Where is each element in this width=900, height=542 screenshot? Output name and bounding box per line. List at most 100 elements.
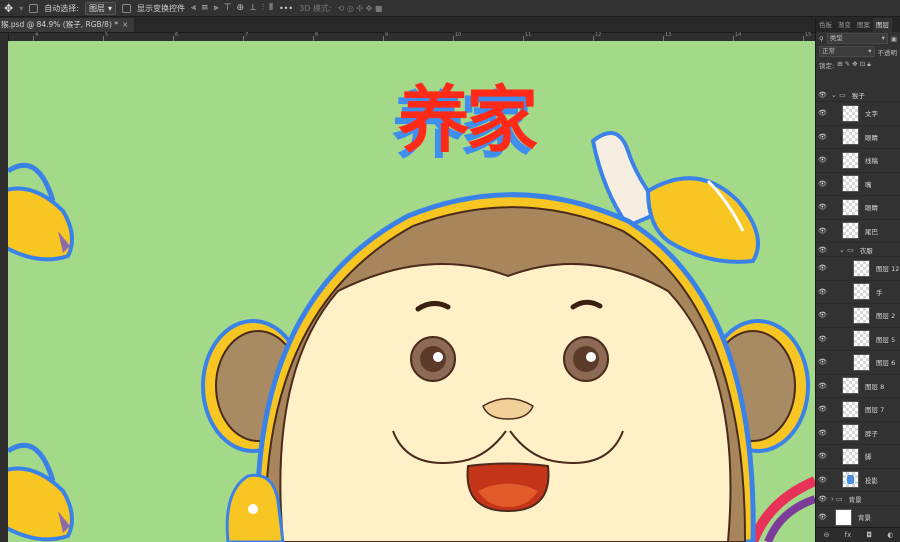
- show-transform-label: 显示变换控件: [136, 3, 185, 13]
- visibility-eye-icon[interactable]: 👁︎: [818, 476, 827, 484]
- layers-panel: 色板 渐变 图案 图层 ⚲ 类型 ▾ ▣ 正常 ▾ 不透明 锁定: ⊞ ✎ ✥ ⊡ 🔒…: [815, 18, 900, 542]
- title-text: 养家: [398, 77, 538, 162]
- align-bottom-icon[interactable]: ⊥: [249, 3, 257, 13]
- layer-row[interactable]: 👁︎ 图层 12: [816, 257, 900, 281]
- visibility-eye-icon[interactable]: 👁︎: [818, 227, 827, 235]
- visibility-eye-icon[interactable]: 👁︎: [818, 311, 827, 319]
- canvas[interactable]: 养家: [8, 41, 815, 542]
- panel-tab[interactable]: 图层: [873, 18, 892, 32]
- layer-thumbnail: [842, 400, 859, 418]
- panel-tab[interactable]: 渐变: [835, 18, 854, 32]
- blend-row: 正常 ▾ 不透明: [816, 45, 900, 58]
- layer-thumbnail: [853, 306, 870, 324]
- auto-select-checkbox[interactable]: [29, 3, 39, 13]
- ruler-number: 12: [595, 32, 602, 38]
- visibility-eye-icon[interactable]: 👁︎: [818, 513, 827, 521]
- blend-mode-dropdown[interactable]: 正常 ▾: [819, 46, 875, 57]
- folder-icon[interactable]: ⌄ ▭: [831, 91, 846, 99]
- rotate-3d-icon[interactable]: ⟲ ◎ ✣ ✥ ■: [338, 4, 383, 13]
- layer-thumbnail: [842, 222, 859, 240]
- auto-select-dropdown[interactable]: 图层 ▾: [84, 1, 116, 15]
- chevron-down-icon[interactable]: ▾: [19, 4, 23, 13]
- layer-row[interactable]: 👁︎ 投影: [816, 469, 900, 492]
- layer-name: 文字: [865, 110, 878, 119]
- move-tool-icon[interactable]: ✥: [4, 2, 13, 15]
- visibility-eye-icon[interactable]: 👁︎: [818, 203, 827, 211]
- align-center-icon[interactable]: ≡: [201, 3, 209, 13]
- options-bar: ✥ ▾ 自动选择: 图层 ▾ 显示变换控件 ⫷ ≡ ⫸ ⊤ ⊕ ⊥ ⫶ ⫴ ••…: [0, 0, 900, 17]
- visibility-eye-icon[interactable]: 👁︎: [818, 180, 827, 188]
- ruler-number: 9: [385, 32, 389, 38]
- layer-name: 图层 5: [876, 335, 896, 344]
- layer-row[interactable]: 👁︎ 背景: [816, 506, 900, 530]
- layer-thumbnail: [842, 175, 859, 193]
- layer-row[interactable]: 👁︎ 文字: [816, 102, 900, 126]
- visibility-eye-icon[interactable]: 👁︎: [818, 91, 827, 99]
- folder-icon[interactable]: ⌄ ▭: [839, 246, 854, 254]
- visibility-eye-icon[interactable]: 👁︎: [818, 156, 827, 164]
- visibility-eye-icon[interactable]: 👁︎: [818, 288, 827, 296]
- folder-icon[interactable]: › ▭: [831, 495, 843, 503]
- layer-row[interactable]: 👁︎ 图层 6: [816, 351, 900, 375]
- visibility-eye-icon[interactable]: 👁︎: [818, 358, 827, 366]
- visibility-eye-icon[interactable]: 👁︎: [818, 495, 827, 503]
- visibility-eye-icon[interactable]: 👁︎: [818, 133, 827, 141]
- layer-row[interactable]: 👁︎ 图层 5: [816, 328, 900, 351]
- layer-row[interactable]: 👁︎ 图层 8: [816, 375, 900, 398]
- visibility-eye-icon[interactable]: 👁︎: [818, 429, 827, 437]
- layer-group-row[interactable]: 👁︎ › ▭ 背景: [816, 492, 900, 506]
- layer-thumbnail: [853, 330, 870, 348]
- auto-select-value: 图层: [88, 3, 105, 13]
- visibility-eye-icon[interactable]: 👁︎: [818, 335, 827, 343]
- document-tab-bar: 猴.psd @ 84.9% (猴子, RGB/8) * ×: [0, 18, 815, 33]
- adjustment-icon[interactable]: ◐: [887, 531, 893, 539]
- fx-icon[interactable]: fx: [845, 531, 852, 539]
- layer-row[interactable]: 👁︎ 图层 7: [816, 398, 900, 422]
- visibility-eye-icon[interactable]: 👁︎: [818, 405, 827, 413]
- layer-thumbnail: [842, 128, 859, 146]
- layer-row[interactable]: 👁︎ 嘴: [816, 173, 900, 196]
- ruler-number: 10: [455, 32, 462, 38]
- panel-tab[interactable]: 图案: [854, 18, 873, 32]
- visibility-eye-icon[interactable]: 👁︎: [818, 246, 827, 254]
- align-middle-icon[interactable]: ⊕: [237, 3, 245, 13]
- document-tab[interactable]: 猴.psd @ 84.9% (猴子, RGB/8) * ×: [0, 18, 135, 32]
- distribute-vertical-icon[interactable]: ⫴: [269, 3, 273, 13]
- layer-thumbnail: [853, 353, 870, 371]
- layer-group-row[interactable]: 👁︎ ⌄ ▭ 猴子: [816, 88, 900, 102]
- layer-row[interactable]: 👁︎ 图层 2: [816, 304, 900, 328]
- layer-row[interactable]: 👁︎ 脖子: [816, 422, 900, 445]
- panel-tab[interactable]: 色板: [816, 18, 835, 32]
- distribute-icon[interactable]: ⫶: [262, 3, 264, 13]
- layer-group-row[interactable]: 👁︎ ⌄ ▭ 衣服: [816, 243, 900, 257]
- align-right-icon[interactable]: ⫸: [214, 3, 219, 13]
- layer-row[interactable]: 👁︎ 线稿: [816, 149, 900, 173]
- layer-row[interactable]: 👁︎ 眼睛: [816, 126, 900, 149]
- layer-row[interactable]: 👁︎ 手: [816, 281, 900, 304]
- align-buttons: ⫷ ≡ ⫸ ⊤ ⊕ ⊥ ⫶ ⫴: [191, 3, 273, 13]
- show-transform-checkbox[interactable]: [121, 3, 131, 13]
- more-options-button[interactable]: •••: [279, 4, 293, 13]
- search-icon: ⚲: [819, 34, 824, 43]
- filter-image-icon[interactable]: ▣: [891, 35, 897, 43]
- mask-icon[interactable]: ◘: [866, 531, 872, 539]
- close-icon[interactable]: ×: [122, 18, 128, 32]
- ruler-number: 7: [245, 32, 249, 38]
- ruler-number: 6: [175, 32, 179, 38]
- visibility-eye-icon[interactable]: 👁︎: [818, 264, 827, 272]
- panel-tabs: 色板 渐变 图案 图层: [816, 18, 900, 32]
- lock-icons[interactable]: ⊞ ✎ ✥ ⊡ 🔒︎: [837, 60, 871, 69]
- layer-row[interactable]: 👁︎ 眼睛: [816, 196, 900, 220]
- layer-name: 投影: [865, 476, 878, 485]
- layer-name: 图层 2: [876, 312, 896, 321]
- visibility-eye-icon[interactable]: 👁︎: [818, 109, 827, 117]
- visibility-eye-icon[interactable]: 👁︎: [818, 382, 827, 390]
- align-left-icon[interactable]: ⫷: [191, 3, 196, 13]
- mode-3d-label: 3D 模式:: [299, 3, 332, 13]
- filter-dropdown[interactable]: 类型 ▾: [826, 33, 888, 44]
- visibility-eye-icon[interactable]: 👁︎: [818, 452, 827, 460]
- layer-row[interactable]: 👁︎ 尾巴: [816, 220, 900, 243]
- align-top-icon[interactable]: ⊤: [224, 3, 232, 13]
- layer-row[interactable]: 👁︎ 脚: [816, 445, 900, 469]
- link-icon[interactable]: ⊖: [824, 531, 830, 539]
